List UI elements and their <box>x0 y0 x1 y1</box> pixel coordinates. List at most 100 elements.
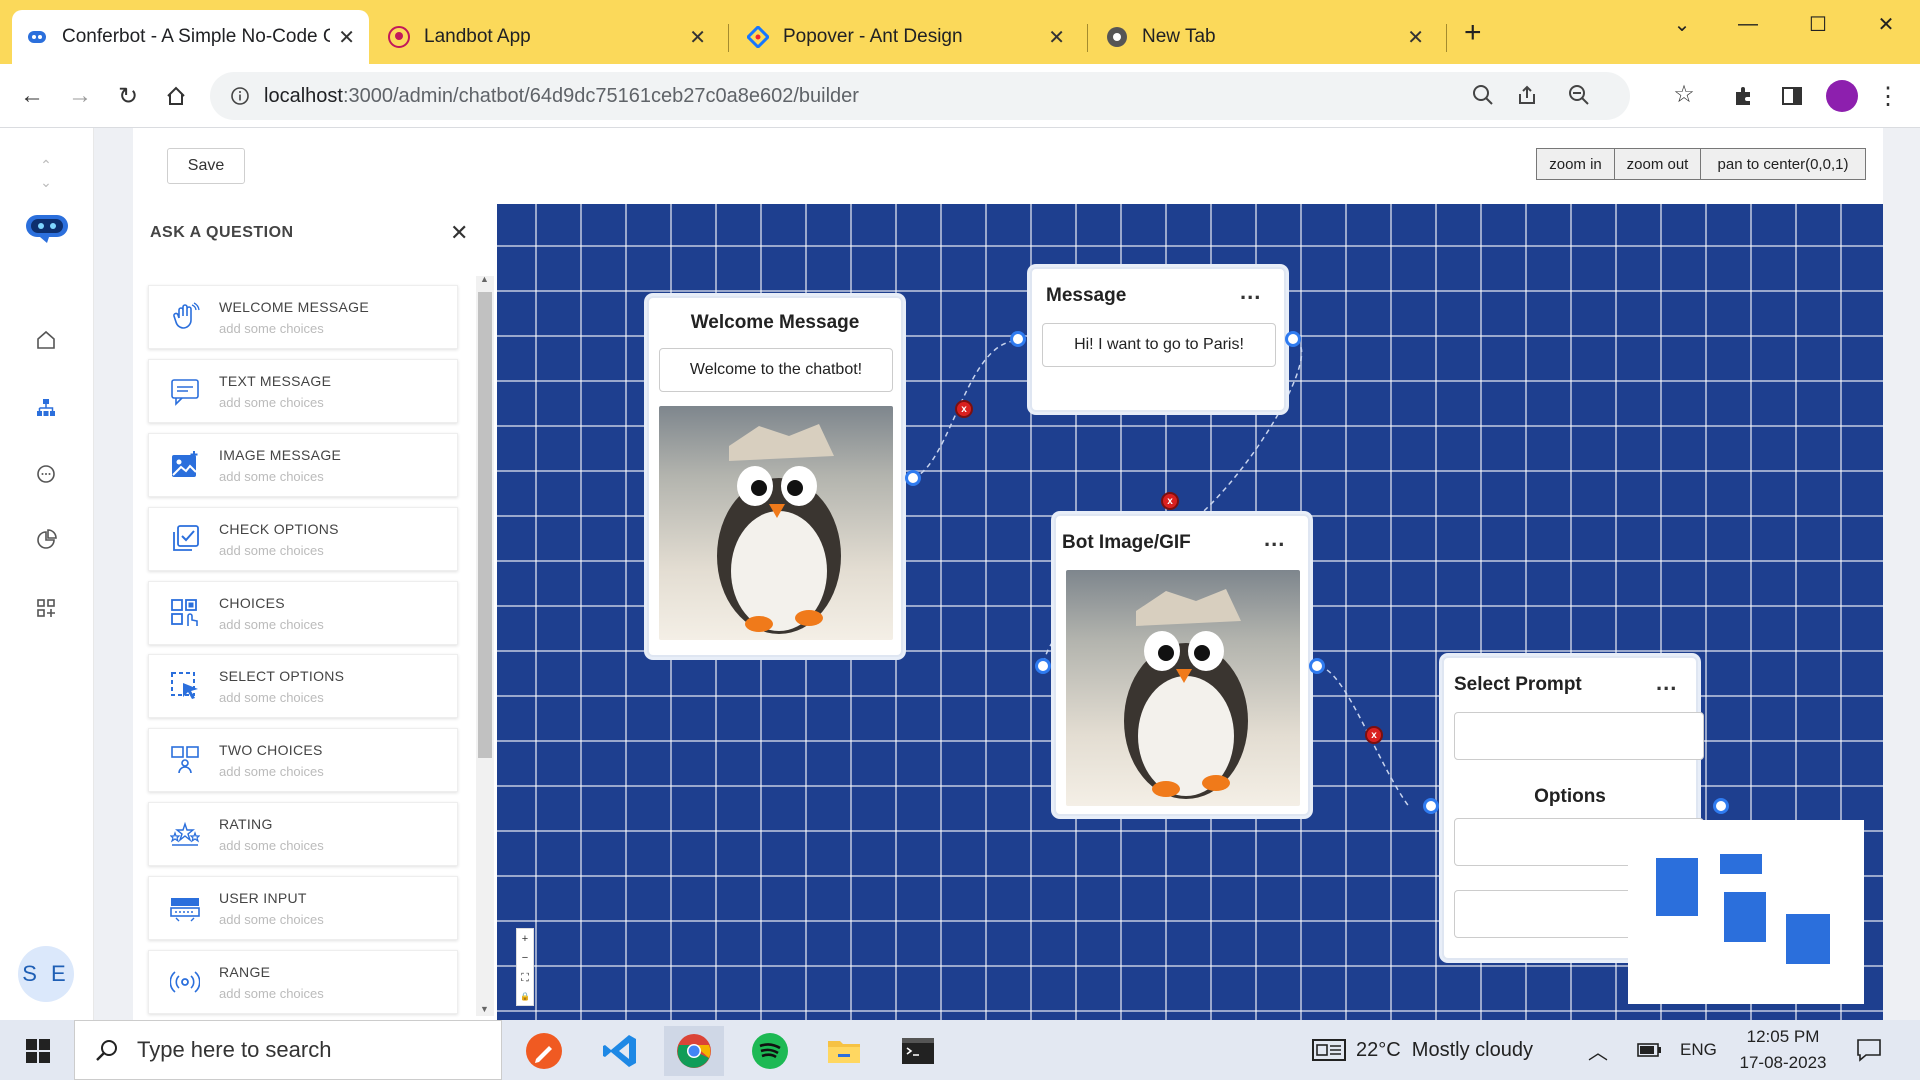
tab-conferbot[interactable]: Conferbot - A Simple No-Code C ✕ <box>12 10 369 64</box>
browser-menu-icon[interactable]: ⋮ <box>1870 78 1906 114</box>
delete-edge-button[interactable]: x <box>955 400 973 418</box>
question-item-text-message[interactable]: TEXT MESSAGE add some choices <box>148 359 458 423</box>
keyboard-icon <box>165 888 205 928</box>
windows-start-icon[interactable] <box>8 1026 68 1076</box>
node-title: Bot Image/GIF <box>1062 532 1191 553</box>
question-item-welcome-message[interactable]: WELCOME MESSAGE add some choices <box>148 285 458 349</box>
share-icon[interactable] <box>1516 84 1538 112</box>
new-tab-button[interactable]: + <box>1464 18 1482 48</box>
clock[interactable]: 12:05 PM 17-08-2023 <box>1728 1020 1838 1080</box>
tab-divider <box>728 24 729 52</box>
terminal-icon[interactable] <box>888 1026 948 1076</box>
select-output-handle[interactable] <box>1713 798 1729 814</box>
wave-hand-icon <box>165 297 205 337</box>
apps-icon[interactable] <box>30 592 62 624</box>
question-item-choices[interactable]: CHOICES add some choices <box>148 581 458 645</box>
side-panel-icon[interactable] <box>1774 78 1810 114</box>
tab-search-chevron-icon[interactable]: ⌄ <box>1652 6 1712 42</box>
select-icon <box>165 666 205 706</box>
close-tab-icon[interactable]: ✕ <box>689 25 706 50</box>
site-info-icon[interactable] <box>230 86 250 106</box>
pan-to-center-button[interactable]: pan to center(0,0,1) <box>1700 148 1866 180</box>
close-window-icon[interactable]: ✕ <box>1856 6 1916 42</box>
zoom-plus-control[interactable]: + <box>522 933 528 945</box>
zoom-page-icon[interactable] <box>1568 84 1590 112</box>
minimize-icon[interactable]: — <box>1718 6 1778 42</box>
tab-antdesign[interactable]: Popover - Ant Design ✕ <box>733 10 1079 64</box>
lock-control[interactable]: 🔒 <box>520 992 530 1001</box>
delete-edge-button[interactable]: x <box>1161 492 1179 510</box>
back-icon[interactable]: ← <box>14 78 50 114</box>
node-message[interactable]: Message ... Hi! I want to go to Paris! <box>1030 267 1286 412</box>
node-menu-button[interactable]: ... <box>1264 526 1285 552</box>
node-welcome-message[interactable]: Welcome Message Welcome to the chatbot! <box>647 296 903 657</box>
zoom-icon[interactable] <box>1472 84 1494 112</box>
battery-icon[interactable] <box>1636 1020 1662 1080</box>
chat-icon[interactable] <box>30 458 62 490</box>
question-item-user-input[interactable]: USER INPUT add some choices <box>148 876 458 940</box>
zoom-out-button[interactable]: zoom out <box>1614 148 1701 180</box>
scroll-up-arrow-icon[interactable]: ▲ <box>480 274 489 284</box>
reload-icon[interactable]: ↻ <box>110 78 146 114</box>
penguin-image <box>1066 570 1300 806</box>
message-text-box[interactable]: Hi! I want to go to Paris! <box>1042 323 1276 367</box>
user-avatar[interactable]: S E <box>18 946 74 1002</box>
close-panel-icon[interactable]: ✕ <box>450 220 468 246</box>
chrome-taskbar-icon[interactable] <box>664 1026 724 1076</box>
botimage-input-handle[interactable] <box>1035 658 1051 674</box>
zoom-minus-control[interactable]: − <box>522 952 528 964</box>
notifications-icon[interactable] <box>1856 1020 1882 1080</box>
weather-widget[interactable]: 22°C Mostly cloudy <box>1312 1020 1533 1080</box>
message-output-handle[interactable] <box>1285 331 1301 347</box>
bookmark-star-icon[interactable]: ☆ <box>1666 76 1702 112</box>
item-sub: add some choices <box>219 837 324 853</box>
address-bar[interactable]: localhost:3000/admin/chatbot/64d9dc75161… <box>210 72 1630 120</box>
select-prompt-input[interactable] <box>1454 712 1704 760</box>
show-hidden-icons-chevron-icon[interactable]: ︿ <box>1588 1020 1608 1080</box>
profile-avatar[interactable] <box>1826 80 1858 112</box>
flow-icon[interactable] <box>30 392 62 424</box>
delete-edge-button[interactable]: x <box>1365 726 1383 744</box>
botimage-output-handle[interactable] <box>1309 658 1325 674</box>
analytics-icon[interactable] <box>30 524 62 556</box>
language-indicator[interactable]: ENG <box>1680 1020 1717 1080</box>
taskbar-search-box[interactable]: Type here to search <box>74 1020 502 1080</box>
home-icon[interactable] <box>158 78 194 114</box>
question-item-check-options[interactable]: CHECK OPTIONS add some choices <box>148 507 458 571</box>
node-menu-button[interactable]: ... <box>1240 279 1261 305</box>
scroll-down-arrow-icon[interactable]: ▼ <box>480 1004 489 1014</box>
question-item-select-options[interactable]: SELECT OPTIONS add some choices <box>148 654 458 718</box>
pen-app-icon[interactable] <box>514 1026 574 1076</box>
close-tab-icon[interactable]: ✕ <box>338 25 355 50</box>
message-input-handle[interactable] <box>1010 331 1026 347</box>
question-item-two-choices[interactable]: TWO CHOICES add some choices <box>148 728 458 792</box>
panel-scrollbar-thumb[interactable] <box>478 292 492 758</box>
welcome-output-handle[interactable] <box>905 470 921 486</box>
select-input-handle[interactable] <box>1423 798 1439 814</box>
spotify-icon[interactable] <box>740 1026 800 1076</box>
vscode-icon[interactable] <box>590 1026 650 1076</box>
file-explorer-icon[interactable] <box>814 1026 874 1076</box>
node-bot-image[interactable]: Bot Image/GIF ... <box>1054 514 1310 816</box>
item-label: SELECT OPTIONS <box>219 667 345 684</box>
maximize-icon[interactable]: ☐ <box>1788 6 1848 42</box>
home-icon[interactable] <box>30 324 62 356</box>
node-menu-button[interactable]: ... <box>1656 670 1677 696</box>
collapse-toggle-icon[interactable]: ⌃ ⌄ <box>30 157 62 190</box>
tab-divider <box>1446 24 1447 52</box>
extensions-icon[interactable] <box>1726 78 1762 114</box>
tab-landbot[interactable]: Landbot App ✕ <box>374 10 720 64</box>
question-item-image-message[interactable]: IMAGE MESSAGE add some choices <box>148 433 458 497</box>
item-label: RANGE <box>219 963 271 980</box>
close-tab-icon[interactable]: ✕ <box>1048 25 1065 50</box>
zoom-in-button[interactable]: zoom in <box>1536 148 1615 180</box>
tab-new-tab[interactable]: New Tab ✕ <box>1092 10 1438 64</box>
flow-minimap[interactable] <box>1628 820 1864 1004</box>
question-item-range[interactable]: RANGE add some choices <box>148 950 458 1014</box>
save-button[interactable]: Save <box>167 148 245 184</box>
fit-view-control[interactable]: ⛶ <box>521 972 529 985</box>
welcome-text-box[interactable]: Welcome to the chatbot! <box>659 348 893 392</box>
question-item-rating[interactable]: RATING add some choices <box>148 802 458 866</box>
close-tab-icon[interactable]: ✕ <box>1407 25 1424 50</box>
forward-icon[interactable]: → <box>62 78 98 114</box>
